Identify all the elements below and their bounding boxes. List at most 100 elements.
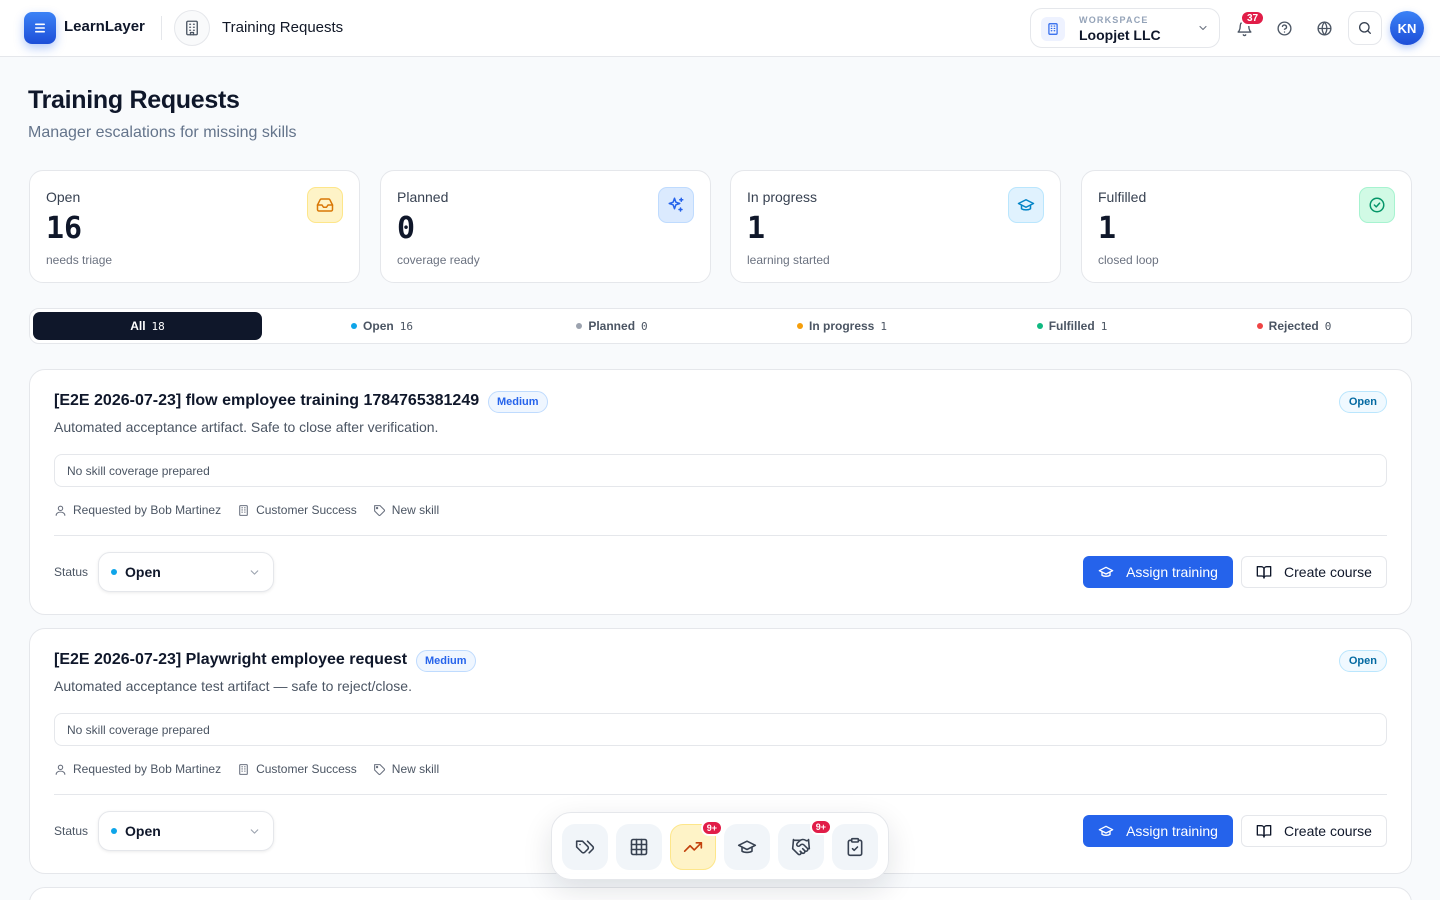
inbox-icon: [307, 187, 343, 223]
tag-icon: [373, 504, 385, 516]
user-avatar[interactable]: KN: [1390, 11, 1424, 45]
request-card: [E2E 2026-07-23] flow employee training …: [29, 369, 1412, 615]
breadcrumb-title: Training Requests: [222, 19, 344, 36]
graduation-cap-icon: [1098, 566, 1114, 577]
tab-label: Rejected: [1268, 319, 1319, 333]
skill-coverage-box: No skill coverage prepared: [54, 454, 1387, 487]
status-select[interactable]: Open: [98, 811, 274, 851]
status-badge: Open: [1338, 391, 1387, 413]
grid-icon: [630, 838, 648, 856]
tab-label: Fulfilled: [1048, 319, 1095, 333]
skill-coverage-box: No skill coverage prepared: [54, 713, 1387, 746]
requester: Requested by Bob Martinez: [54, 503, 221, 517]
stat-note: closed loop: [1098, 253, 1159, 267]
book-open-icon: [1256, 825, 1272, 838]
request-card: [29, 887, 1412, 900]
clipboard-check-icon: [847, 837, 863, 857]
tab-count: 0: [641, 319, 648, 333]
create-course-label: Create course: [1284, 564, 1372, 580]
check-circle-icon: [1359, 187, 1395, 223]
priority-badge: Medium: [488, 391, 548, 413]
chevron-down-icon: [250, 570, 259, 575]
globe-icon: [1316, 20, 1332, 36]
stat-label: Fulfilled: [1098, 189, 1147, 205]
dock-badge: 9+: [700, 820, 723, 836]
stat-note: learning started: [747, 253, 830, 267]
tab-count: 16: [399, 319, 413, 333]
department: Customer Success: [237, 503, 357, 517]
stat-label: Open: [46, 189, 81, 205]
status-filter-tabs: All 18 Open 16 Planned 0 In progress 1 Fulfi…: [29, 308, 1412, 344]
request-description: Automated acceptance test artifact — saf…: [54, 678, 412, 694]
breadcrumb-icon: [174, 10, 210, 46]
bottom-dock: 9+ 9+: [551, 812, 889, 880]
dock-button-trending[interactable]: 9+: [670, 820, 723, 870]
tag-text: New skill: [391, 762, 440, 776]
stat-note: coverage ready: [397, 253, 480, 267]
status-label: Status: [54, 824, 89, 838]
workspace-switcher[interactable]: WORKSPACE Loopjet LLC: [1030, 8, 1220, 48]
header-divider: [161, 16, 162, 40]
create-course-button[interactable]: Create course: [1241, 556, 1387, 588]
status-badge: Open: [1338, 650, 1387, 672]
sparkles-icon: [658, 187, 694, 223]
help-circle-icon: [1276, 20, 1292, 36]
request-tag: New skill: [373, 503, 439, 517]
requester: Requested by Bob Martinez: [54, 762, 221, 776]
status-label: Status: [54, 565, 89, 579]
status-select[interactable]: Open: [98, 552, 274, 592]
graduation-cap-icon: [1098, 825, 1114, 836]
stat-value: 1: [1098, 211, 1117, 246]
dock-button-learning[interactable]: [724, 824, 770, 870]
create-course-button[interactable]: Create course: [1241, 815, 1387, 847]
tab-in-progress[interactable]: In progress 1: [727, 312, 957, 340]
stat-label: Planned: [397, 189, 449, 205]
tab-fulfilled[interactable]: Fulfilled 1: [957, 312, 1187, 340]
tab-all[interactable]: All 18: [33, 312, 262, 340]
dock-button-tags[interactable]: [562, 824, 608, 870]
trending-up-icon: [683, 842, 703, 852]
dock-badge: 9+: [809, 819, 832, 835]
menu-icon: [35, 23, 45, 33]
status-dot: [111, 828, 117, 834]
tab-count: 1: [1100, 319, 1108, 333]
department-text: Customer Success: [256, 762, 357, 776]
status-dot: [1036, 323, 1043, 329]
workspace-label: WORKSPACE: [1079, 15, 1149, 25]
tab-rejected[interactable]: Rejected 0: [1179, 312, 1409, 340]
assign-training-button[interactable]: Assign training: [1083, 556, 1233, 588]
app-menu-button[interactable]: [24, 12, 56, 44]
page-title: Training Requests: [28, 86, 240, 114]
status-value: Open: [125, 564, 161, 580]
stat-value: 1: [747, 211, 766, 246]
card-divider: [54, 535, 1387, 536]
status-value: Open: [125, 823, 161, 839]
building-icon: [186, 20, 198, 36]
tab-label: In progress: [809, 319, 875, 333]
help-button[interactable]: [1268, 12, 1300, 44]
request-title: [E2E 2026-07-23] Playwright employee req…: [54, 651, 408, 668]
tab-label: All: [130, 319, 146, 333]
user-icon: [55, 505, 66, 516]
tab-open[interactable]: Open 16: [267, 312, 497, 340]
department-text: Customer Success: [256, 503, 357, 517]
assign-training-button[interactable]: Assign training: [1083, 815, 1233, 847]
search-icon: [1359, 22, 1371, 34]
request-description: Automated acceptance artifact. Safe to c…: [54, 419, 439, 435]
tag-icon: [373, 763, 385, 775]
dock-button-tasks[interactable]: [832, 824, 878, 870]
graduation-cap-icon: [737, 840, 757, 854]
tab-planned[interactable]: Planned 0: [497, 312, 727, 340]
tab-count: 18: [151, 319, 165, 333]
building-icon: [239, 763, 248, 775]
card-divider: [54, 794, 1387, 795]
language-button[interactable]: [1308, 12, 1340, 44]
stat-value: 0: [397, 211, 416, 246]
stat-card-fulfilled: Fulfilled 1 closed loop: [1081, 170, 1412, 283]
status-dot: [1256, 323, 1263, 329]
search-button[interactable]: [1348, 11, 1382, 45]
dock-button-partners[interactable]: 9+: [778, 819, 832, 870]
dock-button-grid[interactable]: [616, 824, 662, 870]
brand-name[interactable]: LearnLayer: [64, 18, 145, 35]
tab-label: Planned: [588, 319, 636, 333]
